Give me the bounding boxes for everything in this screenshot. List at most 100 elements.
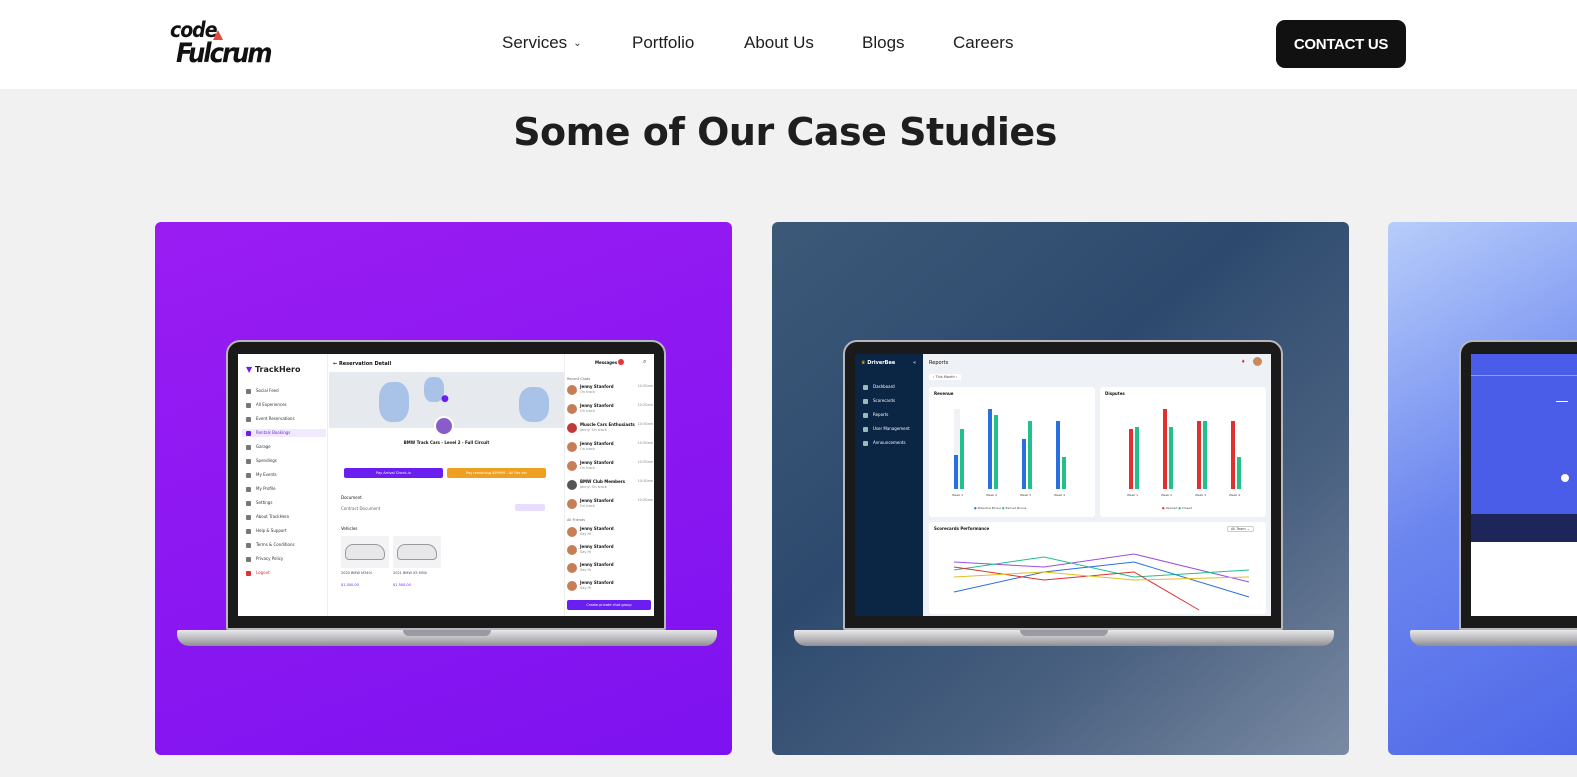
disputes-bar: [1197, 421, 1201, 489]
case-study-card-third[interactable]: [1388, 222, 1577, 755]
revenue-bar: [1056, 421, 1060, 489]
driverbee-brand: ♛ DriverBee: [861, 360, 896, 366]
db-revenue-panel: Revenue Week 1 Week 2 Week 3 Week 4 ● Po…: [929, 387, 1095, 517]
search-icon[interactable]: ⌕: [643, 358, 646, 366]
nav-services-label: Services: [502, 33, 568, 52]
laptop-notch: [403, 630, 491, 636]
collapse-icon[interactable]: «: [913, 360, 916, 366]
th-sidebar-item-about[interactable]: About TrackHero: [246, 514, 289, 520]
th-friend-item[interactable]: Jenny Stanford Say Hi: [565, 578, 654, 596]
disputes-week-label: Week 4: [1229, 493, 1241, 497]
nav-portfolio[interactable]: Portfolio: [632, 31, 694, 55]
page-title: Some of Our Case Studies: [513, 110, 1057, 154]
th-sidebar-item-my-profile[interactable]: My Profile: [246, 486, 276, 492]
th-chat-item[interactable]: Jenny Stanford On track 10:30am: [565, 382, 654, 400]
revenue-bar: [994, 415, 998, 489]
db-sidebar-item-reports[interactable]: Reports: [863, 412, 888, 418]
laptop-mockup: ♛ DriverBee « Dashboard Scorecards Repor…: [794, 340, 1334, 652]
th-pay-button[interactable]: Pay remaining $99999 - All Fee etc: [447, 468, 546, 478]
th-vehicles-label: Vehicles: [341, 526, 358, 531]
nav-about-us-label: About Us: [744, 33, 814, 52]
codefulcrum-logo[interactable]: code Fulcrum: [170, 18, 273, 72]
disputes-bar: [1163, 409, 1167, 489]
disputes-week-label: Week 2: [1161, 493, 1173, 497]
line-series-red: [953, 566, 1200, 611]
disputes-bar: [1231, 421, 1235, 489]
th-sidebar-item-my-events[interactable]: My Events: [246, 472, 277, 478]
th-sidebar-item-garage[interactable]: Garage: [246, 444, 271, 450]
th-sidebar-item-settings[interactable]: Settings: [246, 500, 272, 506]
th-sidebar-item-help[interactable]: Help & Support: [246, 528, 287, 534]
contact-us-button[interactable]: CONTACT US: [1276, 20, 1406, 68]
third-screen: [1471, 354, 1577, 616]
db-scorecards-title: Scorecards Performance: [934, 526, 990, 531]
th-car2-name: 2021 BMW X5 M50i: [393, 571, 428, 575]
line-series-blue: [953, 561, 1250, 598]
th-chat-item[interactable]: Jenny Stanford On track 10:30am: [565, 439, 654, 457]
th-event-title: BMW Track Cars - Level 2 - Full Circuit: [403, 440, 490, 445]
trackhero-logo-icon: ▼: [246, 365, 253, 374]
disputes-bar: [1237, 457, 1241, 489]
th-sidebar-item-social-feed[interactable]: Social Feed: [246, 388, 279, 394]
th-car1-image: [341, 536, 389, 568]
case-study-card-trackhero[interactable]: ▼ TrackHero Social Feed All Experiences …: [155, 222, 732, 755]
db-disputes-title: Disputes: [1105, 391, 1125, 396]
th-friend-item[interactable]: Jenny Stanford Say Hi: [565, 524, 654, 542]
laptop-mockup: [1410, 340, 1577, 652]
site-header: code Fulcrum Services ⌄ Portfolio About …: [0, 0, 1577, 89]
db-sidebar-item-scorecards[interactable]: Scorecards: [863, 398, 895, 404]
db-sidebar-item-users[interactable]: User Management: [863, 426, 910, 432]
trackhero-brand: ▼ TrackHero: [246, 365, 301, 374]
th-recent-chats-label: Recent Chats: [567, 377, 591, 381]
th-sidebar-item-privacy[interactable]: Privacy Policy: [246, 556, 283, 562]
laptop-mockup: ▼ TrackHero Social Feed All Experiences …: [177, 340, 717, 652]
disputes-week-label: Week 3: [1195, 493, 1207, 497]
th-sidebar-item-spendings[interactable]: Spendings: [246, 458, 277, 464]
laptop-base: [1410, 630, 1577, 646]
th-sidebar-item-experiences[interactable]: All Experiences: [246, 402, 287, 408]
disputes-bar: [1135, 427, 1139, 489]
trackhero-brand-label: TrackHero: [254, 365, 301, 374]
laptop-notch: [1020, 630, 1108, 636]
db-sidebar-item-dashboard[interactable]: Dashboard: [863, 384, 895, 390]
th-friend-item[interactable]: Jenny Stanford Say Hi: [565, 560, 654, 578]
db-scorecards-panel: Scorecards Performance All Team ⌄: [929, 522, 1266, 614]
db-period-select[interactable]: ‹ This Month ›: [929, 374, 962, 380]
nav-portfolio-label: Portfolio: [632, 33, 695, 52]
disputes-bar: [1203, 421, 1207, 489]
bell-icon[interactable]: ♦: [1241, 359, 1245, 365]
nav-careers[interactable]: Careers: [953, 31, 1013, 55]
th-chat-item[interactable]: Jenny Stanford On track 10:30am: [565, 496, 654, 514]
revenue-bar: [1062, 457, 1066, 489]
user-avatar[interactable]: [1253, 357, 1262, 366]
trackhero-sidebar: ▼ TrackHero Social Feed All Experiences …: [238, 354, 328, 616]
logo-line2: Fulcrum: [176, 38, 273, 69]
th-sidebar-item-logout[interactable]: Logout: [246, 570, 270, 576]
th-chat-item[interactable]: Muscle Cars Enthusiasts Jenny: On track 10…: [565, 420, 654, 438]
nav-blogs[interactable]: Blogs: [862, 31, 905, 55]
th-sidebar-item-rentals[interactable]: Rentals Bookings: [242, 429, 326, 437]
th-event-avatar: [434, 416, 454, 436]
nav-about-us[interactable]: About Us: [744, 31, 814, 55]
case-study-card-driverbee[interactable]: ♛ DriverBee « Dashboard Scorecards Repor…: [772, 222, 1349, 755]
th-contract-label: Contract Document: [341, 506, 381, 511]
line-series-green: [953, 556, 1250, 578]
th-checkin-button[interactable]: Pay Arrival Check-in: [344, 468, 443, 478]
th-chat-item[interactable]: BMW Club Members Jenny: On track 10:30am: [565, 477, 654, 495]
th-car2-image: [393, 536, 441, 568]
th-car1-price: $1,000.00: [341, 583, 359, 587]
th-all-friends-label: All Friends: [567, 518, 586, 522]
db-team-select[interactable]: All Team ⌄: [1227, 526, 1254, 532]
driverbee-sidebar: ♛ DriverBee « Dashboard Scorecards Repor…: [855, 354, 923, 616]
db-revenue-title: Revenue: [934, 391, 954, 396]
th-chat-item[interactable]: Jenny Stanford On track 10:30am: [565, 458, 654, 476]
th-chat-item[interactable]: Jenny Stanford On track 10:30am: [565, 401, 654, 419]
disputes-legend: ● Opened ● Closed: [1162, 506, 1192, 510]
th-sidebar-item-event-reservations[interactable]: Event Reservations: [246, 416, 295, 422]
nav-services[interactable]: Services ⌄: [502, 31, 582, 55]
th-friend-item[interactable]: Jenny Stanford Say Hi: [565, 542, 654, 560]
db-sidebar-item-announcements[interactable]: Announcements: [863, 440, 906, 446]
disputes-bar: [1129, 429, 1133, 489]
th-create-group-button[interactable]: Create private chat group: [567, 600, 651, 610]
th-sidebar-item-terms[interactable]: Terms & Conditions: [246, 542, 295, 548]
